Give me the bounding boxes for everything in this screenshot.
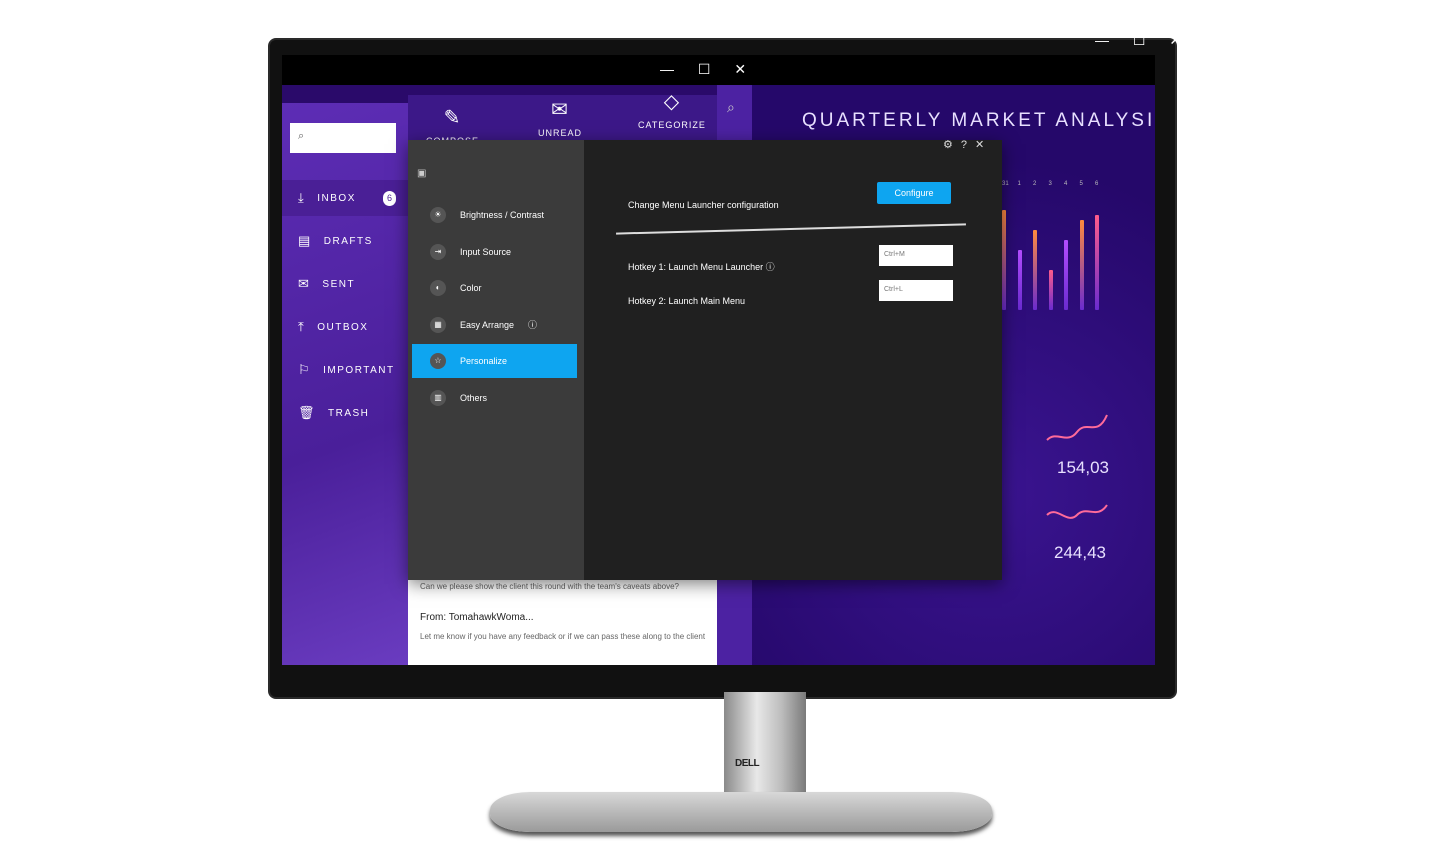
osd-nav-color[interactable]: ◐ Color [412,271,577,305]
chart-bar [1017,250,1022,310]
unread-button[interactable]: ✉ UNREAD [538,97,582,138]
sidebar-item-trash[interactable]: 🗑 TRASH [282,395,408,431]
close-icon[interactable]: ✕ [975,139,992,151]
chart-bar [1079,220,1084,310]
osd-nav-others[interactable]: ▥ Others [412,381,577,415]
trash-icon: 🗑 [298,405,317,420]
chart-bar [1064,240,1068,310]
osd-dialog: ▣ ⚙?✕ Change Menu Launcher configuration… [408,138,1002,580]
info-icon[interactable]: ⓘ [528,318,537,331]
monitor-base [490,792,992,832]
drafts-icon: ▤ [298,233,312,248]
day-label: 2 [1033,181,1037,187]
sidebar-item-inbox[interactable]: ⤓ INBOX 6 [282,180,408,216]
sidebar-item-drafts[interactable]: ▤ DRAFTS [282,223,408,259]
osd-nav-input-source[interactable]: ⇥ Input Source [412,235,577,269]
pencil-icon: ✎ [443,107,462,129]
metric-value-2: 244,43 [1054,543,1106,562]
window-titlebar: — ☐ ✕ [282,55,1155,85]
chart-bar [1048,270,1053,310]
dell-logo: DELL [735,758,760,769]
divider [616,223,966,235]
star-icon: ☆ [430,353,446,369]
hotkey1-input[interactable]: Ctrl+M [879,245,953,266]
sidebar-item-important[interactable]: ⚐ IMPORTANT [282,352,408,388]
metric-value-1: 154,03 [1057,458,1109,477]
easy-arrange-icon: ▦ [430,316,446,333]
tag-icon: ◇ [663,91,681,113]
info-icon[interactable]: ⓘ [766,262,775,272]
mail-preview[interactable]: Let me know if you have any feedback or … [420,632,705,641]
monitor-stand [724,692,806,800]
mail-sender[interactable]: From: TomahawkWoma... [420,612,534,623]
sidebar-item-outbox[interactable]: ⤒ OUTBOX [282,309,408,345]
search-input[interactable]: ⌕ [290,123,396,153]
day-label: 31 [1002,181,1009,187]
day-label: 4 [1064,181,1068,187]
configure-button[interactable]: Configure [877,182,951,204]
search-icon: ⌕ [298,130,305,142]
chart-bar [1002,210,1006,310]
monitor-icon: ▣ [417,168,427,179]
categorize-button[interactable]: ◇ CATEGORIZE [638,89,706,130]
settings-icon[interactable]: ⚙ [943,139,961,151]
dashboard-title: QUARTERLY MARKET ANALYSIS [802,110,1155,131]
day-label: 6 [1095,181,1099,187]
inbox-icon: ⤓ [298,190,306,205]
hotkey2-label: Hotkey 2: Launch Main Menu [628,296,746,306]
search-icon[interactable]: ⌕ [727,99,735,116]
hotkey1-label: Hotkey 1: Launch Menu Launcher ⓘ [628,262,775,272]
day-label: 5 [1079,181,1083,187]
day-label: 3 [1048,181,1052,187]
day-label: 1 [1017,181,1021,187]
sidebar-item-sent[interactable]: ✉ SENT [282,266,408,302]
sent-icon: ✉ [298,276,311,291]
window-controls[interactable]: — ☐ ✕ [660,61,756,78]
osd-nav-personalize[interactable]: ☆ Personalize [412,344,577,378]
mail-preview[interactable]: Can we please show the client this round… [420,582,679,591]
osd-nav-brightness-contrast[interactable]: ☀ Brightness / Contrast [412,198,577,232]
others-icon: ▥ [430,389,446,406]
sparkline-2 [1046,504,1108,519]
color-icon: ◐ [430,280,446,296]
sparkline-1 [1046,414,1108,441]
brightness-icon: ☀ [430,207,446,223]
help-icon[interactable]: ? [961,139,975,151]
osd-controls: ⚙?✕ [943,138,992,151]
outbox-icon: ⤒ [298,319,306,334]
change-launcher-label: Change Menu Launcher configuration [628,200,779,210]
outer-window-controls[interactable]: — ☐ ✕ [1095,32,1191,49]
osd-nav-easy-arrange[interactable]: ▦ Easy Arrange ⓘ [412,308,577,342]
chart-bar [1033,230,1037,310]
flag-icon: ⚐ [298,362,312,377]
unread-badge: 6 [383,190,396,206]
hotkey2-input[interactable]: Ctrl+L [879,280,953,301]
envelope-icon: ✉ [551,99,569,121]
input-source-icon: ⇥ [430,243,446,260]
chart-bar [1095,215,1099,310]
